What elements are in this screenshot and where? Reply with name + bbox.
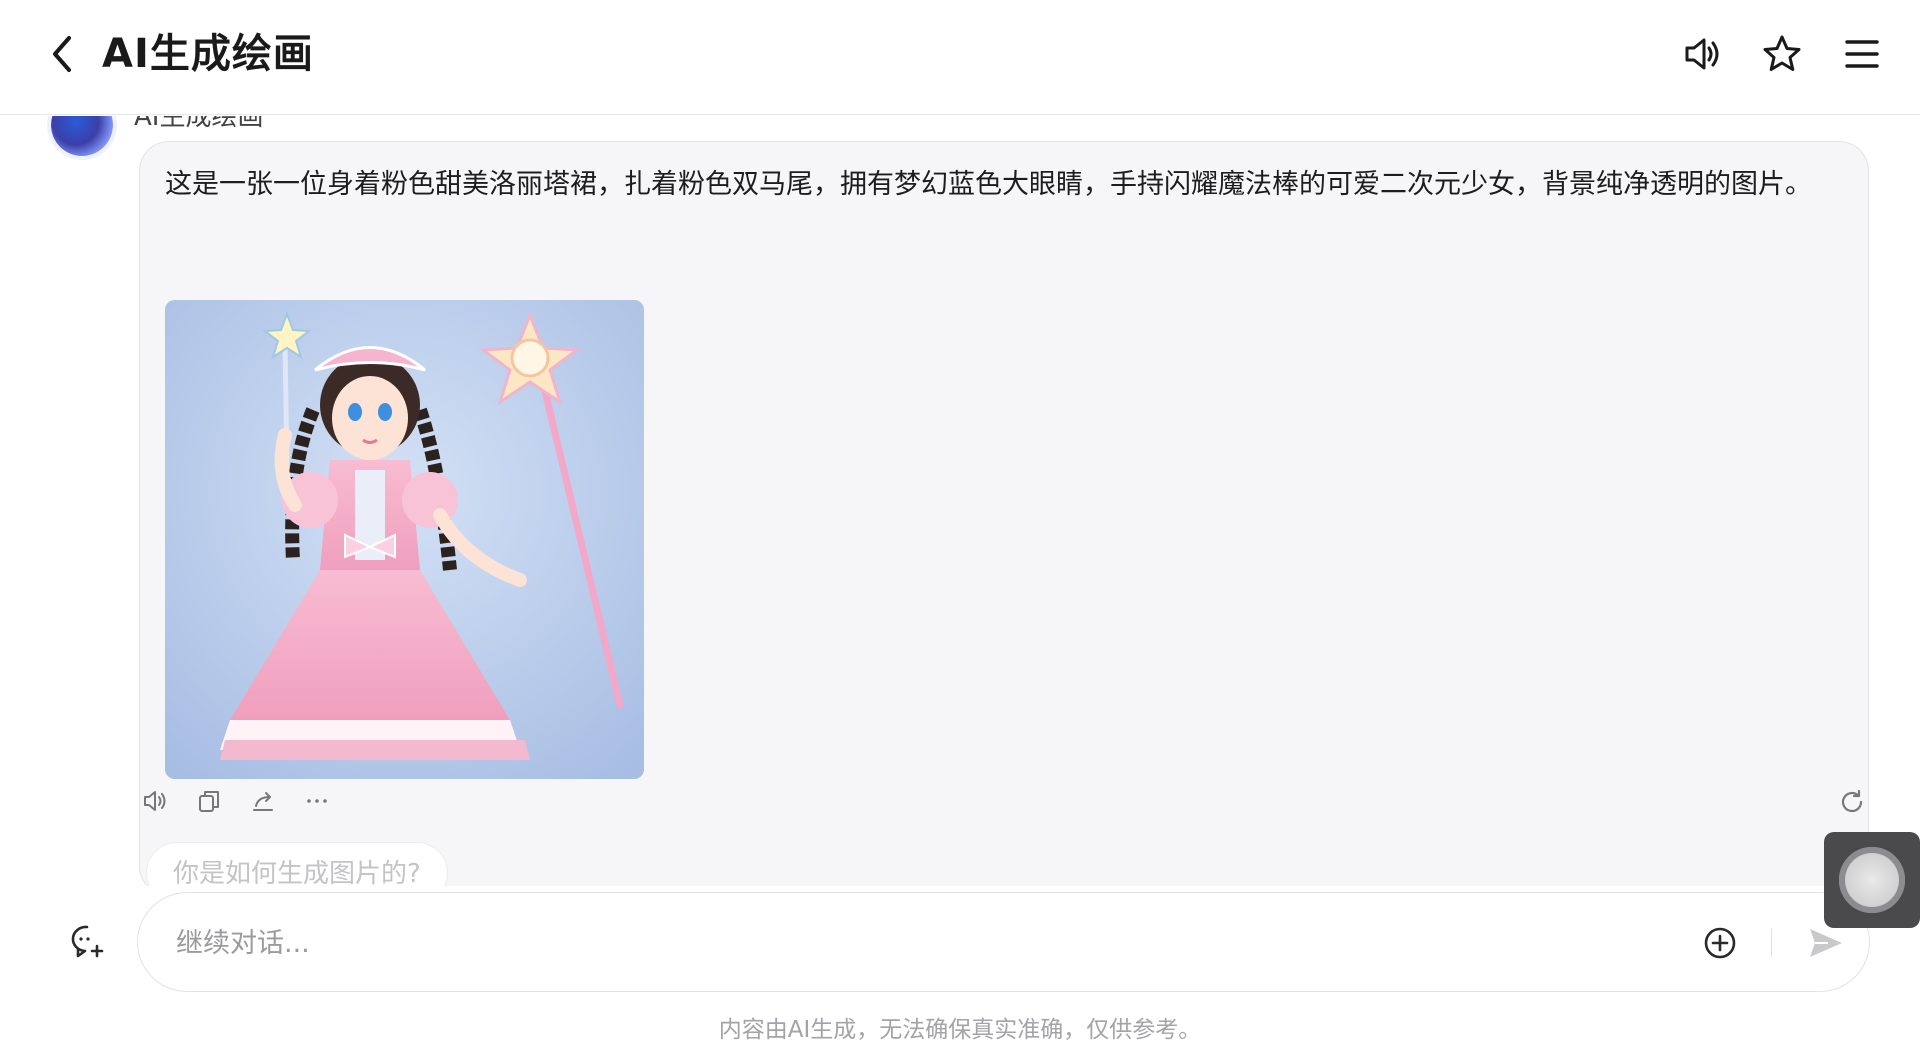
share-button[interactable] xyxy=(250,788,276,814)
header-actions xyxy=(1680,32,1884,76)
generated-image[interactable] xyxy=(165,300,644,779)
regenerate-button[interactable] xyxy=(1838,788,1866,816)
speaker-icon xyxy=(144,791,166,811)
refresh-icon xyxy=(1841,789,1863,813)
ai-disclaimer: 内容由AI生成，无法确保真实准确，仅供参考。 xyxy=(718,1017,1202,1043)
menu-button[interactable] xyxy=(1840,32,1884,76)
bot-avatar xyxy=(51,116,113,156)
floating-assistive-button[interactable] xyxy=(1824,832,1920,928)
hamburger-menu-icon xyxy=(1845,40,1879,68)
suggested-question[interactable]: 你是如何生成图片的? xyxy=(146,842,448,886)
read-aloud-button[interactable] xyxy=(142,788,168,814)
message-toolbar xyxy=(142,788,330,814)
send-button[interactable] xyxy=(1806,923,1846,963)
share-icon xyxy=(253,792,273,811)
input-divider xyxy=(1771,929,1772,957)
favorite-button[interactable] xyxy=(1760,32,1804,76)
page-title: AI生成绘画 xyxy=(102,31,314,77)
copy-button[interactable] xyxy=(196,788,222,814)
generated-image-art xyxy=(165,300,644,779)
message-text: 这是一张一位身着粉色甜美洛丽塔裙，扎着粉色双马尾，拥有梦幻蓝色大眼睛，手持闪耀魔… xyxy=(165,169,1812,200)
star-icon xyxy=(1763,35,1801,71)
assistant-message-bubble: 这是一张一位身着粉色甜美洛丽塔裙，扎着粉色双马尾，拥有梦幻蓝色大眼睛，手持闪耀魔… xyxy=(139,141,1869,886)
send-icon xyxy=(1810,929,1842,957)
message-input[interactable] xyxy=(174,919,1674,967)
more-button[interactable] xyxy=(304,788,330,814)
back-button[interactable] xyxy=(42,32,82,76)
top-bar: AI生成绘画 xyxy=(0,0,1920,115)
speaker-icon xyxy=(1685,38,1719,70)
copy-icon xyxy=(199,791,219,812)
more-dots-icon xyxy=(307,799,327,803)
assistive-touch-icon xyxy=(1839,847,1905,913)
message-input-box[interactable] xyxy=(137,892,1870,992)
add-attachment-button[interactable] xyxy=(1703,926,1737,960)
chevron-left-icon xyxy=(53,36,71,72)
chat-area[interactable]: AI生成绘画 这是一张一位身着粉色甜美洛丽塔裙，扎着粉色双马尾，拥有梦幻蓝色大眼… xyxy=(0,116,1920,886)
plus-circle-icon xyxy=(1704,927,1736,959)
new-chat-icon xyxy=(71,925,104,958)
bot-name: AI生成绘画 xyxy=(134,116,264,132)
new-chat-button[interactable] xyxy=(68,922,106,960)
speaker-button[interactable] xyxy=(1680,32,1724,76)
